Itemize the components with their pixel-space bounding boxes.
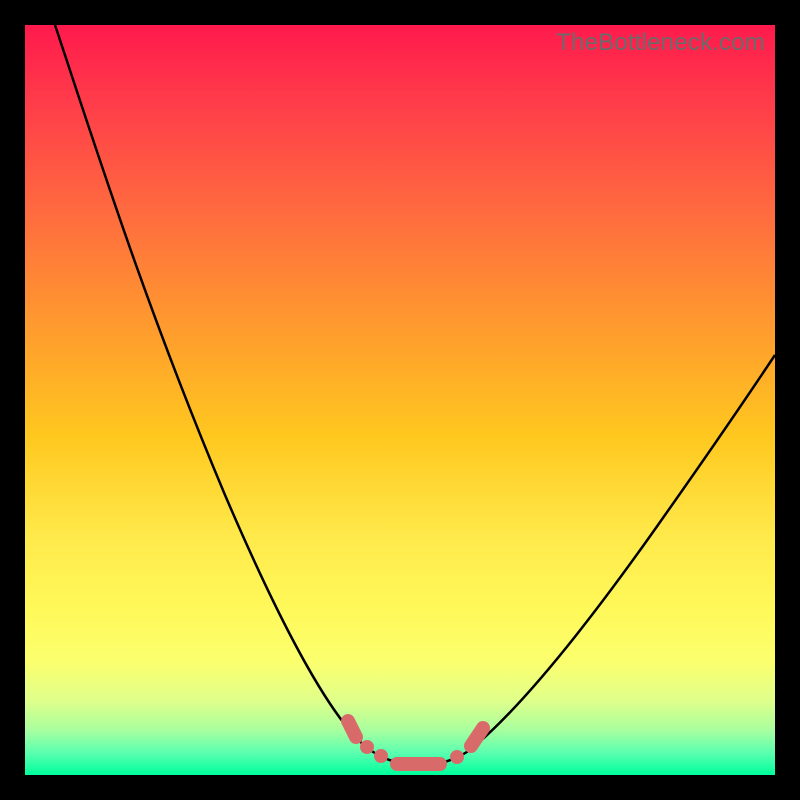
curve-left [55, 25, 420, 765]
marker-dot-3 [450, 750, 464, 764]
curve-right [420, 355, 775, 765]
marker-right-bar [471, 728, 483, 746]
marker-dot-2 [374, 749, 388, 763]
marker-dot-1 [360, 740, 374, 754]
marker-left-bar [348, 721, 356, 737]
bottleneck-curve [25, 25, 775, 775]
chart-plot-area: TheBottleneck.com [25, 25, 775, 775]
